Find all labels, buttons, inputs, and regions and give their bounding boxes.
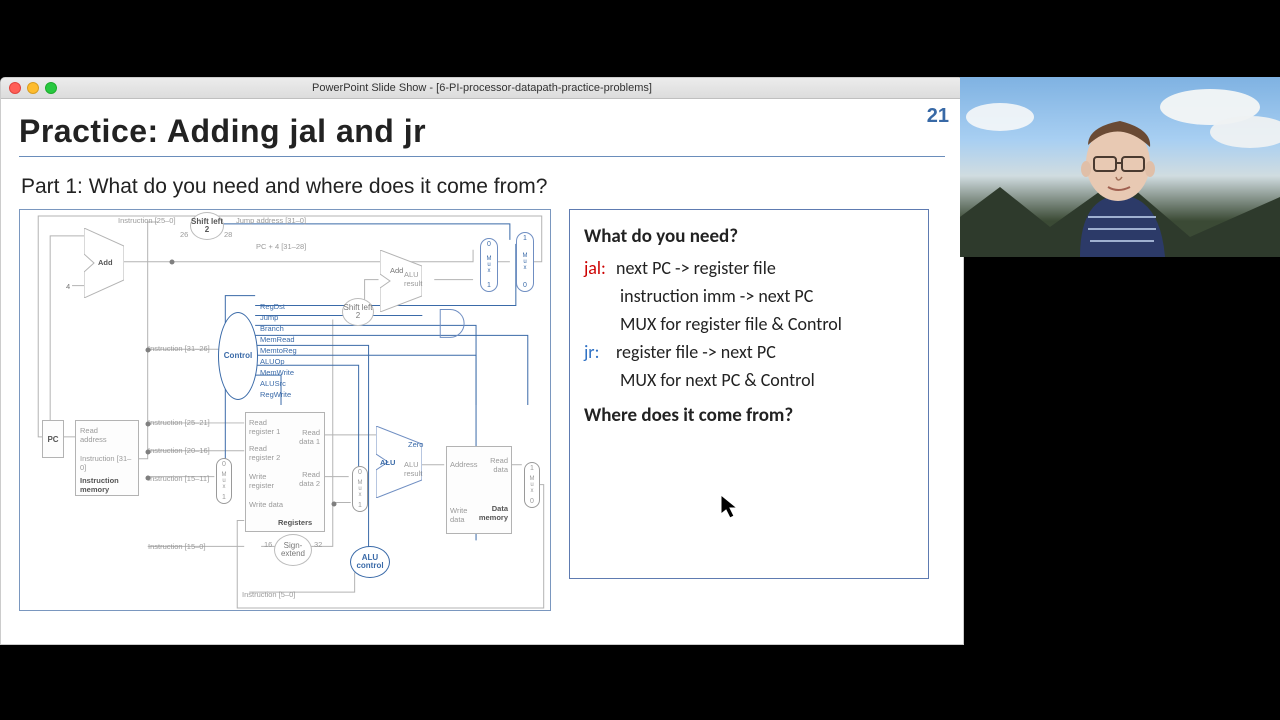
instr-31-26: Instruction [31–26] — [148, 344, 210, 353]
mux-memtoreg: 1Mux0 — [524, 462, 540, 508]
signal-memread: MemRead — [260, 335, 295, 344]
slide-area: 21 Practice: Adding jal and jr Part 1: W… — [1, 99, 963, 645]
registers-label: Registers — [278, 518, 312, 527]
webcam-scene — [960, 77, 1280, 257]
alu-zero: Zero — [408, 440, 423, 449]
read-data-1: Read data 1 — [296, 428, 320, 446]
instr-25-21: Instruction [25–21] — [148, 418, 210, 427]
notes-box: What do you need? jal: next PC -> regist… — [569, 209, 929, 579]
alu-control: ALU control — [350, 546, 390, 578]
dot — [170, 260, 175, 265]
jr-line-2: MUX for next PC & Control — [584, 367, 914, 395]
mux-regdst: 0Mux1 — [216, 458, 232, 504]
adder-1-label: Add — [98, 258, 113, 267]
mux-alusrc: 0Mux1 — [352, 466, 368, 512]
read-data-2: Read data 2 — [296, 470, 320, 488]
mem-address: Address — [450, 460, 478, 469]
window-title: PowerPoint Slide Show - [6-PI-processor-… — [1, 82, 963, 94]
slide-number: 21 — [927, 105, 949, 128]
signal-alusrc: ALUSrc — [260, 379, 286, 388]
datapath-diagram: PC Add 4 Instruction [25–0] Shift left 2… — [19, 209, 551, 611]
instr-mem-label: Instruction memory — [80, 476, 136, 494]
jal-line-3: MUX for register file & Control — [584, 311, 914, 339]
read-reg-2: Read register 2 — [249, 444, 287, 462]
read-reg-1: Read register 1 — [249, 418, 287, 436]
data-memory-label: Data memory — [474, 504, 508, 522]
add-alu-result: ALU result — [404, 270, 430, 288]
width-28: 28 — [224, 230, 232, 239]
shift-left-2-branch: Shift left 2 — [342, 298, 374, 326]
dot — [146, 476, 151, 481]
mux-jump: 1Mux0 — [516, 232, 534, 292]
signal-jump: Jump — [260, 313, 278, 322]
width-32: 32 — [314, 540, 322, 549]
dot — [332, 502, 337, 507]
write-reg: Write register — [249, 472, 287, 490]
close-icon[interactable] — [9, 82, 21, 94]
webcam-overlay — [960, 77, 1280, 257]
jump-addr: Jump address [31–0] — [236, 216, 306, 225]
instr-25-0: Instruction [25–0] — [118, 216, 176, 225]
instr-20-16: Instruction [20–16] — [148, 446, 210, 455]
adder-2-label: Add — [390, 266, 403, 275]
jal-label: jal: — [584, 255, 616, 283]
instr-31-0: Instruction [31–0] — [80, 454, 132, 472]
notes-heading-1: What do you need? — [584, 222, 914, 251]
dot — [146, 348, 151, 353]
slide-subtitle: Part 1: What do you need and where does … — [21, 175, 945, 199]
control-unit: Control — [218, 312, 258, 400]
instr-5-0: Instruction [5–0] — [242, 590, 295, 599]
read-address: Read address — [80, 426, 120, 444]
constant-4: 4 — [66, 282, 70, 291]
app-window: PowerPoint Slide Show - [6-PI-processor-… — [0, 77, 964, 645]
mux-branch: 0Mux1 — [480, 238, 498, 292]
minimize-icon[interactable] — [27, 82, 39, 94]
notes-heading-2: Where does it come from? — [584, 401, 914, 430]
signal-regwrite: RegWrite — [260, 390, 291, 399]
maximize-icon[interactable] — [45, 82, 57, 94]
mem-write-data: Write data — [450, 506, 474, 524]
jr-line-1: register file -> next PC — [616, 339, 776, 367]
alu-label: ALU — [380, 458, 395, 467]
alu-result: ALU result — [404, 460, 428, 478]
window-titlebar[interactable]: PowerPoint Slide Show - [6-PI-processor-… — [1, 78, 963, 99]
signal-branch: Branch — [260, 324, 284, 333]
title-divider — [19, 156, 945, 157]
slide-title: Practice: Adding jal and jr — [19, 113, 945, 150]
jr-label: jr: — [584, 339, 616, 367]
write-data-reg: Write data — [249, 500, 287, 509]
width-26: 26 — [180, 230, 188, 239]
signal-regdst: RegDst — [260, 302, 285, 311]
mem-read-data: Read data — [486, 456, 508, 474]
sign-extend: Sign-extend — [274, 534, 312, 566]
signal-aluop: ALUOp — [260, 357, 285, 366]
signal-memwrite: MemWrite — [260, 368, 294, 377]
jal-line-1: next PC -> register file — [616, 255, 776, 283]
instr-15-11: Instruction [15–11] — [148, 474, 209, 483]
dot — [146, 450, 151, 455]
dot — [146, 422, 151, 427]
pc-block: PC — [42, 420, 64, 458]
instr-15-0: Instruction [15–0] — [148, 542, 206, 551]
width-16: 16 — [264, 540, 272, 549]
jal-line-2: instruction imm -> next PC — [584, 283, 914, 311]
signal-memtoreg: MemtoReg — [260, 346, 297, 355]
pc-plus-4-hi: PC + 4 [31–28] — [256, 242, 306, 251]
shift-left-2-top: Shift left 2 — [190, 212, 224, 240]
